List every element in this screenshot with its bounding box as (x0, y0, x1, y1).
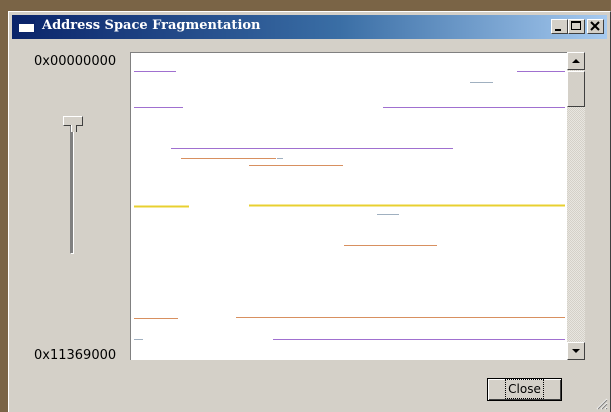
scroll-up-button[interactable] (567, 52, 585, 70)
scroll-down-button[interactable] (567, 342, 585, 360)
fragmentation-window: Address Space Fragmentation 0x00000000 0… (8, 11, 611, 412)
close-button-label: Close (505, 379, 544, 399)
maximize-icon (571, 21, 581, 30)
scroll-up-arrow-icon (572, 59, 580, 63)
resize-grip-icon[interactable] (596, 398, 608, 410)
fragmentation-map (130, 52, 567, 360)
minimize-button[interactable] (551, 19, 568, 34)
title-bar[interactable]: Address Space Fragmentation (12, 15, 607, 39)
zoom-slider-thumb[interactable] (63, 116, 83, 132)
fragmentation-map-canvas (134, 71, 565, 340)
vertical-scrollbar[interactable] (567, 52, 585, 360)
window-app-icon (18, 20, 35, 33)
window-title: Address Space Fragmentation (42, 18, 261, 33)
close-icon (590, 21, 600, 31)
scroll-down-arrow-icon (572, 349, 580, 353)
minimize-icon (555, 29, 561, 31)
close-window-button[interactable] (587, 19, 604, 34)
start-address-label: 0x00000000 (34, 54, 117, 69)
maximize-button[interactable] (568, 19, 585, 34)
zoom-slider-track[interactable] (70, 124, 74, 254)
close-button[interactable]: Close (487, 378, 562, 401)
end-address-label: 0x11369000 (34, 348, 117, 363)
scrollbar-thumb[interactable] (567, 71, 585, 107)
